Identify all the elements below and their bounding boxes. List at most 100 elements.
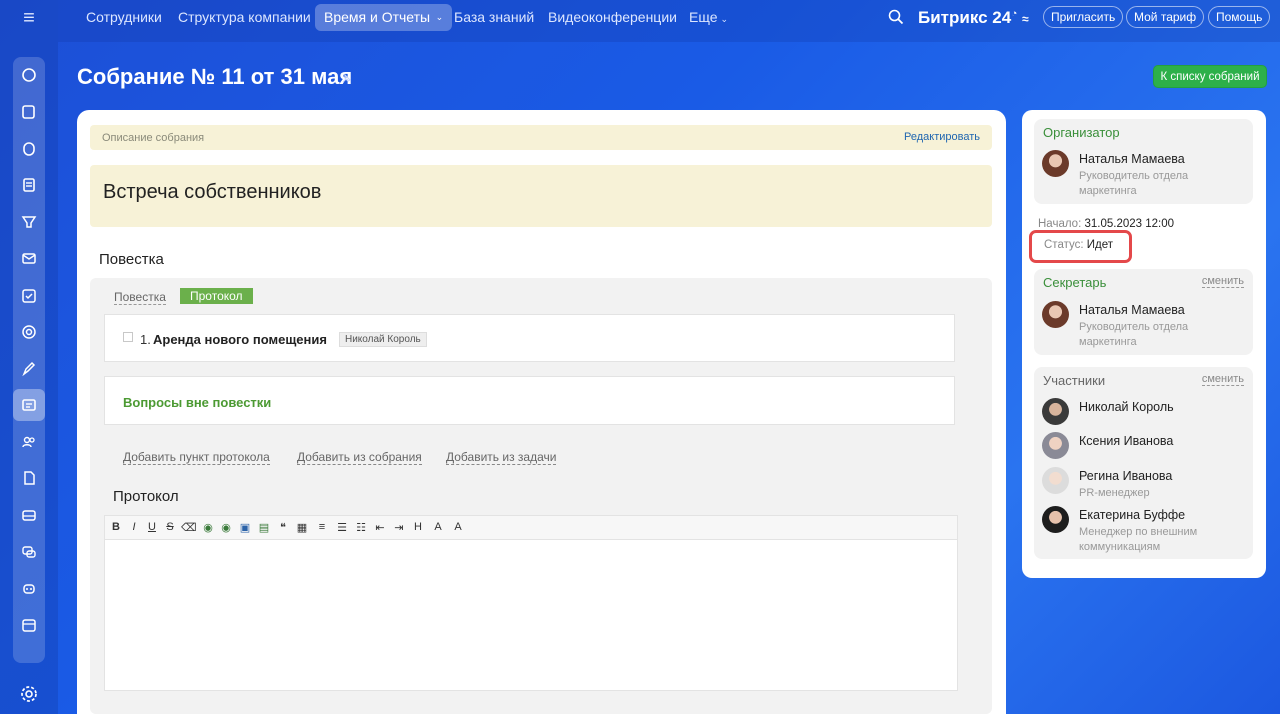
nav-knowledge-base[interactable]: База знаний — [445, 4, 543, 31]
chevron-down-icon: ⌄ — [720, 14, 729, 24]
strikethrough-icon[interactable]: S — [163, 521, 177, 533]
documents-icon[interactable] — [13, 169, 45, 201]
organizer-block: Организатор Наталья Мамаева Руководитель… — [1034, 119, 1253, 204]
status-highlight — [1029, 230, 1132, 263]
underline-icon[interactable]: U — [145, 521, 159, 533]
bullet-list-icon[interactable]: ☷ — [354, 521, 368, 534]
mail-icon[interactable] — [13, 242, 45, 274]
italic-icon[interactable]: I — [127, 521, 141, 533]
avatar — [1042, 398, 1069, 425]
person-role: Менеджер по внешним коммуникациям — [1079, 526, 1198, 553]
video-icon[interactable]: ▤ — [257, 521, 271, 534]
heading-icon[interactable]: H — [411, 521, 425, 533]
tab-agenda[interactable]: Повестка — [114, 290, 166, 305]
inbox-icon[interactable] — [13, 499, 45, 531]
person-name[interactable]: Екатерина Буффе — [1079, 508, 1185, 522]
nav-employees[interactable]: Сотрудники — [77, 4, 171, 31]
align-icon[interactable]: ≡ — [315, 521, 329, 533]
link-icon[interactable]: ◉ — [201, 521, 215, 534]
outdent-icon[interactable]: ⇤ — [373, 521, 387, 534]
menu-icon[interactable]: ≡ — [18, 8, 40, 28]
feed-icon[interactable] — [13, 59, 45, 91]
person-name[interactable]: Николай Король — [1079, 400, 1174, 414]
add-from-task-link[interactable]: Добавить из задачи — [446, 450, 557, 465]
secretary-change-link[interactable]: сменить — [1201, 275, 1244, 288]
nav-more-label: Еще — [689, 9, 718, 25]
target-icon[interactable] — [13, 316, 45, 348]
indent-icon[interactable]: ⇥ — [392, 521, 406, 534]
brand-text: Битрикс 24 — [918, 8, 1012, 27]
protocol-editor[interactable] — [104, 539, 958, 691]
numbered-list-icon[interactable]: ☰ — [335, 521, 349, 534]
person-name[interactable]: Наталья Мамаева — [1079, 152, 1185, 166]
edit-link[interactable]: Редактировать — [904, 131, 980, 143]
help-button[interactable]: Помощь — [1208, 6, 1271, 28]
person-name[interactable]: Регина Иванова — [1079, 469, 1172, 483]
description-label: Описание собрания — [102, 132, 205, 144]
meeting-side-card: Организатор Наталья Мамаева Руководитель… — [1022, 110, 1266, 578]
file-icon[interactable] — [13, 462, 45, 494]
sign-icon[interactable] — [13, 353, 45, 385]
quote-icon[interactable]: ❝ — [276, 521, 290, 534]
crm-icon[interactable] — [13, 133, 45, 165]
person-role: PR-менеджер — [1079, 487, 1150, 499]
users-icon[interactable] — [13, 426, 45, 458]
participants-block: Участники сменить Николай Король Ксения … — [1034, 367, 1253, 559]
person-name[interactable]: Наталья Мамаева — [1079, 303, 1185, 317]
agenda-item: 1. Аренда нового помещения Николай Корол… — [104, 314, 955, 362]
secretary-title: Секретарь — [1043, 275, 1107, 290]
brand-logo[interactable]: Битрикс 24◔ ≈ — [918, 8, 1029, 28]
bot-icon[interactable] — [13, 572, 45, 604]
nav-time-reports-label: Время и Отчеты — [324, 9, 431, 25]
tasks-edit-icon[interactable] — [13, 96, 45, 128]
person-role: Руководитель отдела маркетинга — [1079, 321, 1189, 348]
table-icon[interactable]: ▦ — [295, 521, 309, 534]
agenda-heading: Повестка — [99, 251, 164, 268]
editor-toolbar: B I U S ⌫ ◉ ◉ ▣ ▤ ❝ ▦ ≡ ☰ ☷ ⇤ ⇥ H A A — [104, 515, 958, 539]
gear-icon[interactable] — [17, 682, 41, 706]
chat-icon[interactable] — [13, 536, 45, 568]
avatar — [1042, 150, 1069, 177]
eraser-icon[interactable]: ⌫ — [181, 521, 197, 534]
settings-sliders-icon[interactable]: ≈ — [1022, 12, 1029, 26]
tab-protocol[interactable]: Протокол — [180, 288, 253, 304]
search-icon[interactable] — [888, 9, 904, 25]
nav-more[interactable]: Еще ⌄ — [680, 4, 737, 31]
page-title: Собрание № 11 от 31 мая — [77, 64, 353, 89]
other-questions-title: Вопросы вне повестки — [123, 395, 272, 410]
secretary-block: Секретарь сменить Наталья Мамаева Руково… — [1034, 269, 1253, 355]
agenda-item-checkbox[interactable] — [123, 332, 133, 342]
person-name[interactable]: Ксения Иванова — [1079, 434, 1173, 448]
avatar — [1042, 506, 1069, 533]
chevron-down-icon: ⌄ — [435, 12, 444, 22]
person-role: Руководитель отдела маркетинга — [1079, 170, 1189, 197]
nav-time-reports[interactable]: Время и Отчеты ⌄ — [315, 4, 453, 31]
image-icon[interactable]: ▣ — [238, 521, 252, 534]
font-size-icon[interactable]: A — [431, 521, 445, 533]
agenda-item-text[interactable]: Аренда нового помещения — [153, 332, 327, 347]
agenda-area: Повестка Протокол 1. Аренда нового помещ… — [90, 278, 992, 714]
start-label: Начало: — [1038, 218, 1082, 230]
checkbox-icon[interactable] — [13, 280, 45, 312]
add-protocol-point-link[interactable]: Добавить пункт протокола — [123, 450, 270, 465]
add-from-meeting-link[interactable]: Добавить из собрания — [297, 450, 422, 465]
invite-button[interactable]: Пригласить — [1043, 6, 1124, 28]
bold-icon[interactable]: B — [109, 521, 123, 533]
pin-icon[interactable] — [340, 72, 352, 84]
organizer-title: Организатор — [1043, 125, 1120, 140]
meeting-main-card: Описание собрания Редактировать Встреча … — [77, 110, 1006, 714]
calendar-icon[interactable] — [13, 609, 45, 641]
unlink-icon[interactable]: ◉ — [219, 521, 233, 534]
agenda-item-responsible[interactable]: Николай Король — [339, 332, 427, 347]
clock-icon: ◔ — [1011, 8, 1018, 20]
participants-change-link[interactable]: сменить — [1201, 373, 1244, 386]
back-to-meetings-button[interactable]: К списку собраний — [1153, 65, 1267, 88]
description-box: Встреча собственников — [90, 165, 992, 227]
nav-company-structure[interactable]: Структура компании — [169, 4, 320, 31]
nav-video-conferences[interactable]: Видеоконференции — [539, 4, 686, 31]
funnel-icon[interactable] — [13, 206, 45, 238]
font-color-icon[interactable]: A — [451, 521, 465, 533]
my-tariff-button[interactable]: Мой тариф — [1126, 6, 1205, 28]
agenda-item-number: 1. — [140, 332, 151, 347]
meetings-icon[interactable] — [13, 389, 45, 421]
